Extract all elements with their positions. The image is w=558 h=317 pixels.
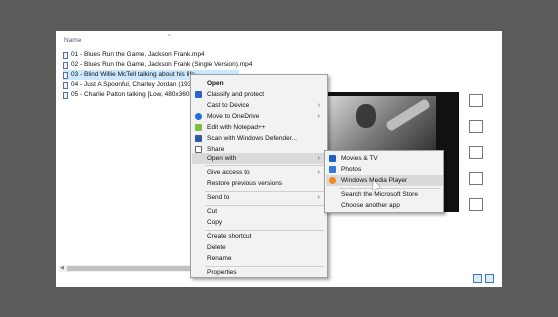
film-hole [469, 146, 483, 159]
filmstrip-border [459, 88, 493, 216]
video-file-icon [63, 71, 68, 79]
file-item[interactable]: 01 - Blues Run the Game, Jackson Frank.m… [63, 50, 303, 60]
menu-item-delete[interactable]: Delete [192, 242, 326, 253]
menu-item-label: Photos [341, 166, 362, 173]
film-hole [469, 120, 483, 133]
photos-icon [329, 166, 336, 173]
guitar-shape [384, 98, 432, 132]
chevron-right-icon: › [317, 155, 320, 162]
menu-item-label: Open with [207, 155, 237, 162]
notepad-plus-icon [195, 124, 202, 131]
scroll-left-icon[interactable]: ◀ [60, 265, 64, 272]
chevron-right-icon: › [317, 102, 320, 109]
video-file-icon [63, 81, 68, 89]
open-with-submenu: Movies & TV Photos Windows Media Player … [324, 150, 444, 213]
video-file-icon [63, 51, 68, 59]
menu-item-label: Classify and protect [207, 91, 265, 98]
movies-tv-icon [329, 155, 336, 162]
chevron-right-icon: › [317, 169, 320, 176]
menu-item-label: Move to OneDrive [207, 113, 260, 120]
menu-item-label: Give access to [207, 169, 250, 176]
menu-item-label: Movies & TV [341, 155, 378, 162]
sort-ascending-icon: ^ [168, 34, 171, 40]
menu-item-classify[interactable]: Classify and protect [192, 89, 326, 100]
portrait-figure [356, 104, 376, 128]
menu-item-give-access[interactable]: Give access to › [192, 167, 326, 178]
context-menu: Open Classify and protect Cast to Device… [190, 74, 328, 278]
film-hole [469, 198, 483, 211]
defender-shield-icon [195, 135, 202, 142]
video-file-icon [63, 91, 68, 99]
column-header-name[interactable]: Name [64, 37, 81, 44]
menu-item-label: Cast to Device [207, 102, 250, 109]
menu-item-cut[interactable]: Cut [192, 206, 326, 217]
menu-item-open[interactable]: Open [192, 78, 326, 89]
submenu-item-movies-tv[interactable]: Movies & TV [326, 153, 443, 164]
menu-item-properties[interactable]: Properties [192, 267, 326, 278]
menu-item-rename[interactable]: Rename [192, 253, 326, 264]
menu-item-label: Send to [207, 194, 230, 201]
file-name: 04 - Just A Spoonful, Charley Jordan (19… [71, 81, 210, 88]
file-name: 05 - Charlie Patton talking [Low, 480x36… [71, 91, 208, 98]
file-item[interactable]: 02 - Blues Run the Game, Jackson Frank (… [63, 60, 303, 70]
large-icons-view-icon[interactable] [485, 274, 494, 283]
file-name: 01 - Blues Run the Game, Jackson Frank.m… [71, 51, 205, 58]
media-player-icon [329, 177, 336, 184]
menu-item-restore[interactable]: Restore previous versions [192, 178, 326, 189]
menu-item-onedrive[interactable]: Move to OneDrive › [192, 111, 326, 122]
video-file-icon [63, 61, 68, 69]
menu-item-notepad[interactable]: Edit with Notepad++ [192, 122, 326, 133]
file-name: 02 - Blues Run the Game, Jackson Frank (… [71, 61, 253, 68]
file-name: 03 - Blind Willie McTell talking about h… [71, 71, 201, 78]
onedrive-icon [195, 113, 202, 120]
film-hole [469, 94, 483, 107]
details-view-icon[interactable] [473, 274, 482, 283]
menu-item-label: Scan with Windows Defender... [207, 135, 297, 142]
submenu-item-choose[interactable]: Choose another app [326, 200, 443, 211]
menu-item-label: Edit with Notepad++ [207, 124, 266, 131]
menu-item-defender[interactable]: Scan with Windows Defender... [192, 133, 326, 144]
film-hole [469, 172, 483, 185]
submenu-item-wmp[interactable]: Windows Media Player [326, 175, 443, 186]
menu-item-cast[interactable]: Cast to Device › [192, 100, 326, 111]
share-icon [195, 146, 202, 153]
menu-item-open-with[interactable]: Open with › [192, 153, 326, 164]
menu-separator [205, 165, 324, 166]
menu-item-create-shortcut[interactable]: Create shortcut [192, 231, 326, 242]
menu-item-send-to[interactable]: Send to › [192, 192, 326, 203]
chevron-right-icon: › [317, 194, 320, 201]
submenu-item-store[interactable]: Search the Microsoft Store [326, 189, 443, 200]
view-toggle-group [473, 274, 494, 283]
menu-item-label: Share [207, 146, 225, 153]
chevron-right-icon: › [317, 113, 320, 120]
submenu-item-photos[interactable]: Photos [326, 164, 443, 175]
protect-icon [195, 91, 202, 98]
menu-item-copy[interactable]: Copy [192, 217, 326, 228]
